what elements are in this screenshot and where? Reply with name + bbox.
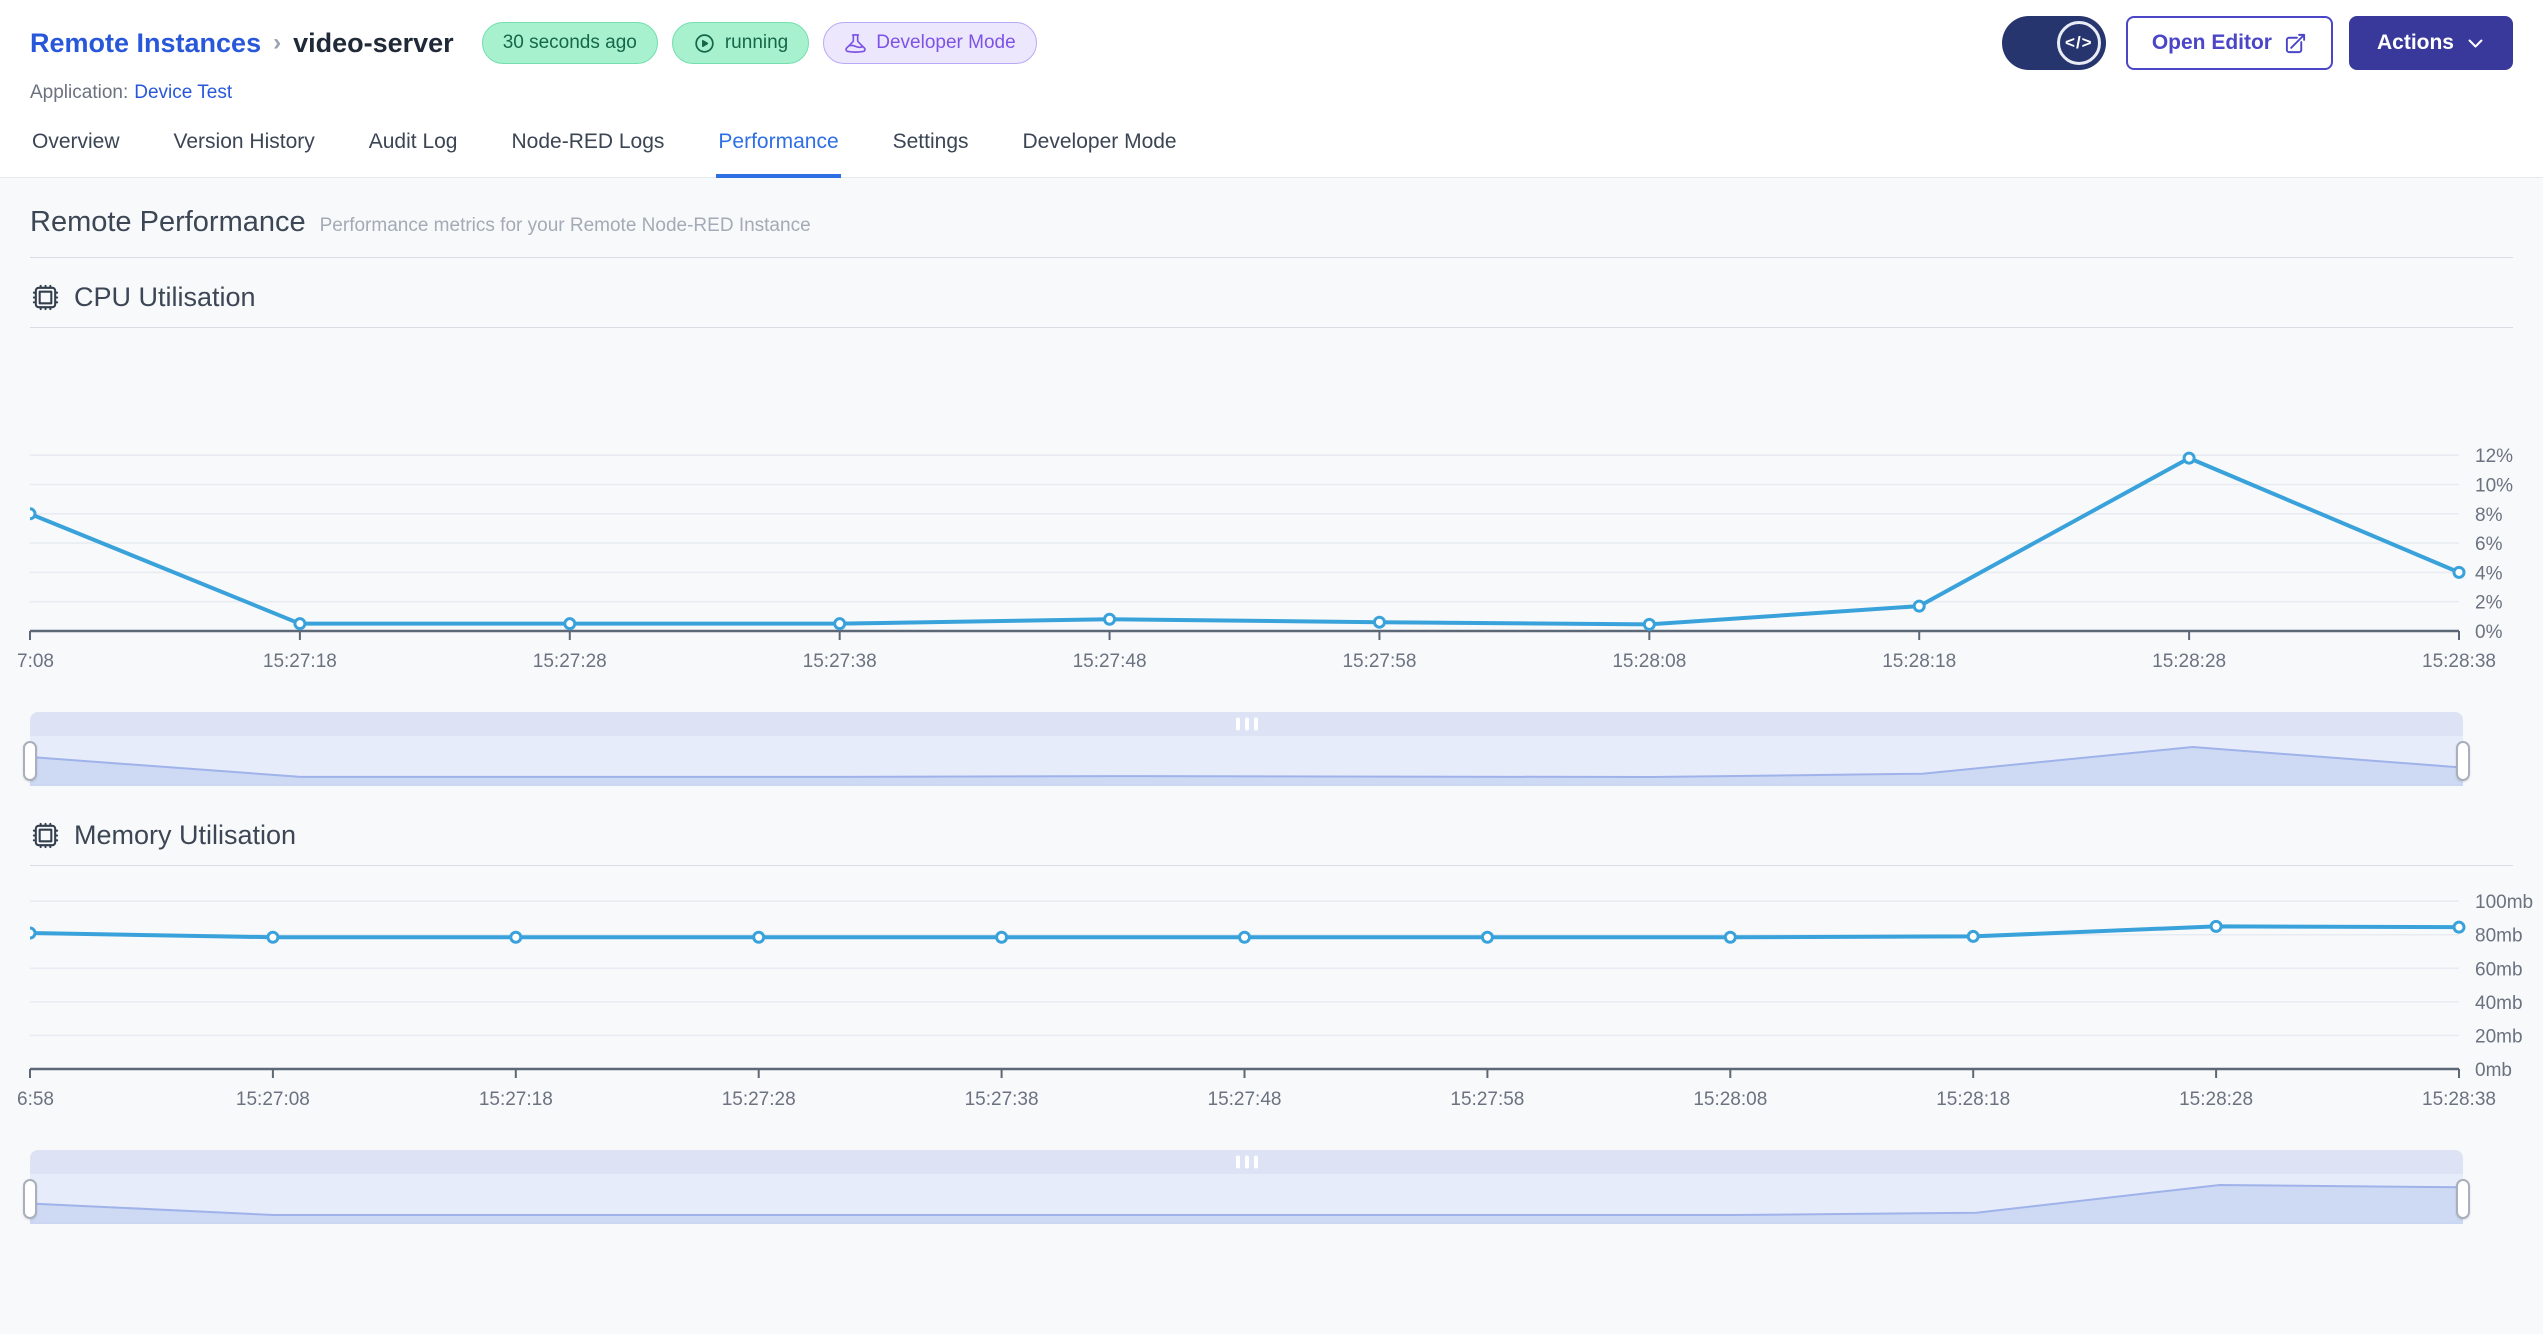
svg-text:4%: 4% — [2475, 563, 2503, 584]
actions-button[interactable]: Actions — [2348, 16, 2513, 70]
svg-text:15:27:48: 15:27:48 — [1073, 651, 1147, 672]
performance-page: Remote Performance Performance metrics f… — [0, 178, 2543, 1334]
memory-brush-handle-right[interactable] — [2456, 1179, 2470, 1219]
svg-text:100mb: 100mb — [2475, 892, 2533, 913]
cpu-brush-handle-left[interactable] — [23, 741, 37, 781]
chevron-down-icon — [2468, 39, 2483, 47]
beaker-icon — [845, 33, 867, 53]
cpu-chip-icon — [32, 284, 59, 311]
last-seen-badge: 30 seconds ago — [481, 22, 658, 64]
svg-text:15:27:08: 15:27:08 — [236, 1089, 310, 1110]
open-editor-button[interactable]: Open Editor — [2125, 16, 2333, 70]
svg-text:15:27:58: 15:27:58 — [1342, 651, 1416, 672]
tab-overview[interactable]: Overview — [30, 126, 122, 178]
svg-text:15:27:48: 15:27:48 — [1208, 1089, 1282, 1110]
svg-text:15:28:28: 15:28:28 — [2152, 651, 2226, 672]
cpu-chip-icon — [32, 822, 59, 849]
svg-text:40mb: 40mb — [2475, 993, 2523, 1014]
svg-text:6:58: 6:58 — [17, 1089, 54, 1110]
title-divider — [30, 257, 2513, 258]
tab-performance[interactable]: Performance — [716, 126, 841, 178]
cpu-brush-area[interactable] — [30, 736, 2463, 786]
page-subtitle: Performance metrics for your Remote Node… — [319, 215, 811, 236]
grip-icon[interactable] — [1235, 1155, 1258, 1169]
svg-text:15:27:58: 15:27:58 — [1450, 1089, 1524, 1110]
cpu-brush-bar[interactable] — [30, 712, 2463, 736]
svg-text:15:28:18: 15:28:18 — [1882, 651, 1956, 672]
application-link[interactable]: Device Test — [134, 82, 232, 103]
svg-text:15:27:18: 15:27:18 — [479, 1089, 553, 1110]
tab-node-red-logs[interactable]: Node-RED Logs — [510, 126, 667, 178]
memory-brush-area[interactable] — [30, 1174, 2463, 1224]
svg-text:15:28:08: 15:28:08 — [1693, 1089, 1767, 1110]
svg-text:80mb: 80mb — [2475, 926, 2523, 947]
svg-text:0%: 0% — [2475, 622, 2503, 643]
code-icon: </> — [2056, 21, 2101, 65]
cpu-section-title: CPU Utilisation — [74, 282, 256, 312]
svg-text:6%: 6% — [2475, 534, 2503, 555]
cpu-chart-range-selector[interactable] — [23, 712, 2470, 786]
developer-mode-toggle[interactable]: </> — [2001, 16, 2106, 70]
cpu-utilisation-chart: 0% 2% 4% 6% 8% 10% 12% 7:08 15:27:18 15:27:28 15:2… — [17, 446, 2513, 672]
cpu-brush-handle-right[interactable] — [2456, 741, 2470, 781]
running-status-badge: running — [671, 22, 810, 64]
svg-text:15:28:28: 15:28:28 — [2179, 1089, 2253, 1110]
memory-brush-handle-left[interactable] — [23, 1179, 37, 1219]
memory-chart-range-selector[interactable] — [23, 1150, 2470, 1224]
svg-text:15:27:28: 15:27:28 — [722, 1089, 796, 1110]
application-label: Application: — [30, 82, 129, 103]
memory-section-title: Memory Utilisation — [74, 820, 297, 850]
instance-name: video-server — [293, 27, 454, 58]
status-badges: 30 seconds ago running Developer Mode — [481, 22, 1037, 64]
svg-text:15:28:08: 15:28:08 — [1612, 651, 1686, 672]
svg-text:20mb: 20mb — [2475, 1026, 2523, 1047]
svg-text:0mb: 0mb — [2475, 1060, 2512, 1081]
svg-text:15:27:18: 15:27:18 — [263, 651, 337, 672]
svg-text:15:27:28: 15:27:28 — [533, 651, 607, 672]
tab-audit-log[interactable]: Audit Log — [367, 126, 460, 178]
svg-text:12%: 12% — [2475, 446, 2513, 467]
cpu-section-divider — [30, 327, 2513, 328]
svg-text:15:28:18: 15:28:18 — [1936, 1089, 2010, 1110]
grip-icon[interactable] — [1235, 717, 1258, 731]
play-circle-icon — [695, 33, 714, 53]
memory-utilisation-chart: 0mb 20mb 40mb 60mb 80mb 100mb 6:58 15:27:08 15:2… — [17, 892, 2533, 1110]
svg-text:8%: 8% — [2475, 505, 2503, 526]
breadcrumb-separator: › — [273, 29, 282, 56]
breadcrumb-remote-instances[interactable]: Remote Instances — [30, 28, 261, 59]
svg-text:15:28:38: 15:28:38 — [2422, 1089, 2496, 1110]
memory-section-divider — [30, 865, 2513, 866]
instance-tabs: Overview Version History Audit Log Node-RED… — [0, 108, 2543, 178]
page-header: Remote Instances › video-server 30 secon… — [0, 0, 2543, 104]
developer-mode-badge: Developer Mode — [823, 22, 1037, 64]
tab-version-history[interactable]: Version History — [172, 126, 317, 178]
memory-brush-bar[interactable] — [30, 1150, 2463, 1174]
svg-text:15:27:38: 15:27:38 — [965, 1089, 1039, 1110]
svg-text:2%: 2% — [2475, 593, 2503, 614]
svg-text:7:08: 7:08 — [17, 651, 54, 672]
tab-developer-mode[interactable]: Developer Mode — [1021, 126, 1179, 178]
svg-text:10%: 10% — [2475, 476, 2513, 497]
svg-text:15:28:38: 15:28:38 — [2422, 651, 2496, 672]
external-link-icon — [2285, 33, 2306, 53]
tab-settings[interactable]: Settings — [891, 126, 971, 178]
svg-text:15:27:38: 15:27:38 — [803, 651, 877, 672]
svg-text:60mb: 60mb — [2475, 959, 2523, 980]
application-row: Application: Device Test — [30, 82, 2513, 104]
page-title: Remote Performance — [30, 206, 306, 238]
